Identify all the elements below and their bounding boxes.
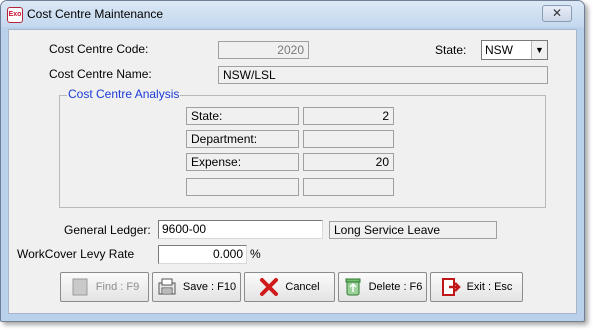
find-icon [70,277,90,297]
state-label: State: [435,43,467,57]
workcover-levy-rate-label: WorkCover Levy Rate [17,247,135,261]
save-button-label: Save : F10 [182,281,237,293]
state-select-value: NSW [485,43,513,57]
general-ledger-label: General Ledger: [64,223,151,237]
general-ledger-input[interactable]: 9600-00 [158,220,323,239]
cancel-button[interactable]: Cancel [244,272,335,302]
exit-door-icon [441,277,461,297]
find-button[interactable]: Find : F9 [60,272,149,302]
window-title: Cost Centre Maintenance [27,7,164,21]
cancel-x-icon [259,277,279,297]
analysis-value-department [303,130,394,148]
analysis-value-empty [303,178,394,196]
cost-centre-code-field: 2020 [218,41,309,59]
save-icon [157,277,177,297]
cost-centre-window: Exo Cost Centre Maintenance ✕ Cost Centr… [0,0,585,322]
cost-centre-name-label: Cost Centre Name: [49,67,152,81]
title-bar: Exo Cost Centre Maintenance ✕ [1,1,584,27]
exo-app-icon: Exo [7,7,23,23]
find-button-label: Find : F9 [95,281,140,293]
workcover-percent-unit: % [250,247,261,261]
analysis-label-empty [186,178,299,196]
close-button[interactable]: ✕ [542,5,572,22]
exit-button[interactable]: Exit : Esc [430,272,523,302]
general-ledger-description: Long Service Leave [329,221,497,239]
analysis-label-state: State: [186,107,299,125]
cost-centre-code-label: Cost Centre Code: [49,42,149,56]
analysis-value-expense: 20 [303,153,394,171]
close-icon: ✕ [551,6,563,20]
analysis-label-department: Department: [186,130,299,148]
cancel-button-label: Cancel [285,281,320,293]
analysis-value-state: 2 [303,107,394,125]
recycle-bin-icon [343,277,363,297]
workcover-levy-rate-input[interactable]: 0.000 [158,245,247,264]
state-select[interactable]: NSW ▼ [481,40,548,60]
cost-centre-name-field: NSW/LSL [218,66,548,84]
chevron-down-icon[interactable]: ▼ [531,41,547,59]
analysis-label-expense: Expense: [186,153,299,171]
delete-button-label: Delete : F6 [368,281,423,293]
exit-button-label: Exit : Esc [466,281,513,293]
delete-button[interactable]: Delete : F6 [338,272,427,302]
save-button[interactable]: Save : F10 [152,272,241,302]
client-area: Cost Centre Code: 2020 State: NSW ▼ Cost… [8,29,577,314]
cost-centre-analysis-title: Cost Centre Analysis [67,87,181,101]
